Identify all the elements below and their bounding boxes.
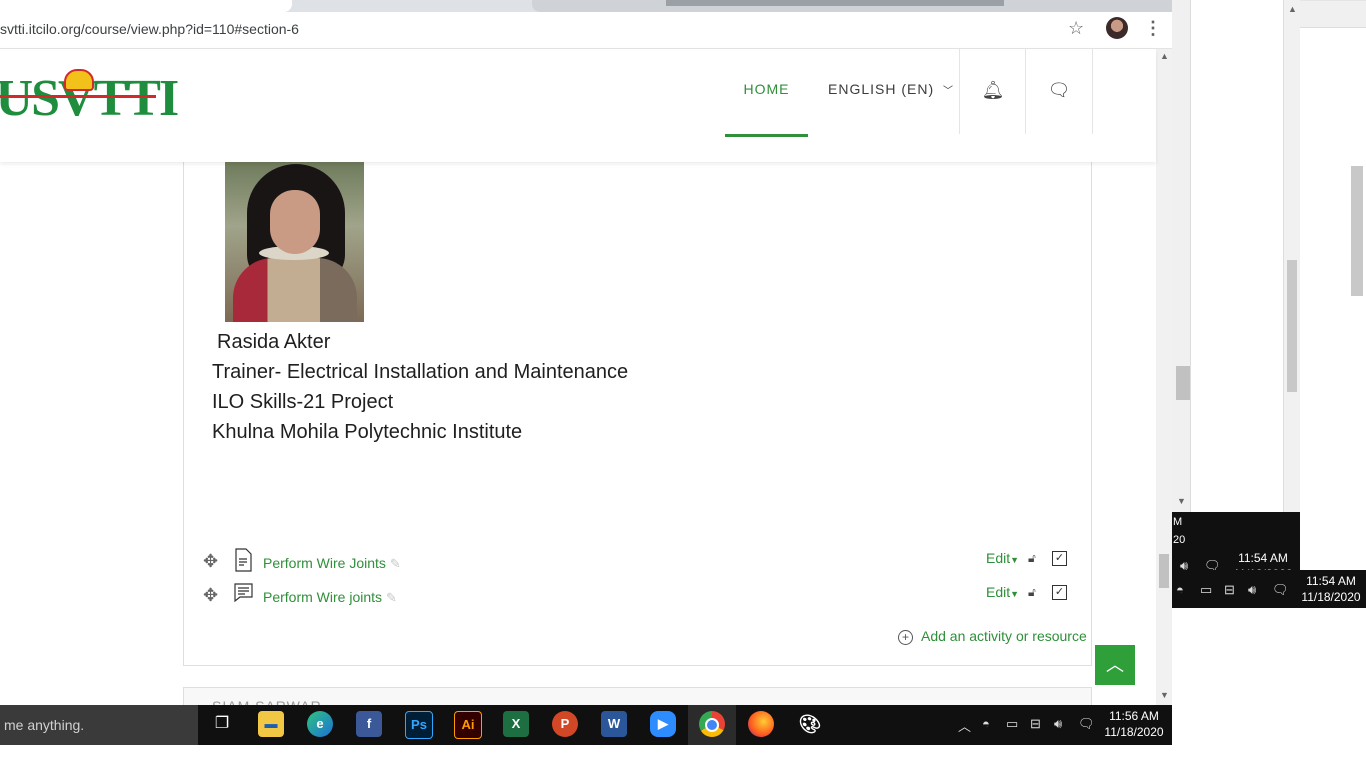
network-icon[interactable]: ⊟ xyxy=(1224,582,1235,598)
bell-icon: 🔔︎ xyxy=(981,80,1005,100)
scroll-up-icon[interactable]: ▲ xyxy=(1160,51,1169,61)
weather-icon[interactable]: ◓ xyxy=(1176,582,1184,597)
edit-title-pencil-icon[interactable]: ✎ xyxy=(386,590,397,606)
scrollbar-thumb[interactable] xyxy=(1159,554,1169,588)
edit-menu[interactable]: Edit▼ xyxy=(986,584,1019,600)
message-icon: 🗨︎ xyxy=(1047,80,1071,100)
url-text[interactable]: svtti.itcilo.org/course/view.php?id=110#… xyxy=(0,21,299,37)
trainer-name: Rasida Akter xyxy=(217,331,331,353)
overlay-taskbar-tray: ◓ ▭ ⊟ 🔊︎ 🗨︎ 11:54 AM 11/18/2020 xyxy=(1172,570,1366,608)
volume-icon[interactable]: 🔊︎ xyxy=(1248,582,1256,598)
task-view-icon[interactable]: ❐ xyxy=(209,711,235,737)
zoom-icon[interactable]: ▶ xyxy=(650,711,676,737)
scrollbar-thumb[interactable] xyxy=(1287,260,1297,392)
network-icon[interactable]: ⊟ xyxy=(1030,716,1041,732)
language-label: ENGLISH (EN) xyxy=(828,81,935,97)
scroll-up-icon[interactable]: ▲ xyxy=(1288,4,1297,14)
caret-down-icon: ▼ xyxy=(1010,589,1020,599)
window-titlebar[interactable] xyxy=(1300,1,1366,28)
trainer-institute: Khulna Mohila Polytechnic Institute xyxy=(212,421,523,443)
notification-icon[interactable]: 🗨︎ xyxy=(1078,716,1095,732)
word-icon[interactable]: W xyxy=(601,711,627,737)
notifications-button[interactable]: 🔔︎ xyxy=(959,49,1026,134)
trainer-role: Trainer- Electrical Installation and Mai… xyxy=(212,361,629,383)
edge-icon[interactable]: e xyxy=(307,711,333,737)
activity-link[interactable]: Perform Wire Joints ✎ xyxy=(263,555,401,572)
lock-icon[interactable]: 🔓︎ xyxy=(1028,551,1036,566)
firefox-icon[interactable] xyxy=(748,711,774,737)
move-handle-icon[interactable]: ✥ xyxy=(203,585,218,606)
browser-tab-strip xyxy=(0,0,1172,12)
file-explorer-icon[interactable]: ▬ xyxy=(258,711,284,737)
page-icon xyxy=(235,548,252,572)
overlay-scrollbar[interactable]: ▼ xyxy=(1172,0,1190,512)
taskbar-clock[interactable]: 11:56 AM 11/18/2020 xyxy=(1100,708,1168,740)
notification-icon[interactable]: 🗨︎ xyxy=(1272,582,1289,598)
browser-tab-group xyxy=(666,0,1004,6)
trainer-project: ILO Skills-21 Project xyxy=(212,391,394,413)
volume-icon[interactable]: 🔊︎ xyxy=(1054,716,1062,732)
screen-bottom-margin xyxy=(0,745,1366,768)
completion-checkbox[interactable]: ✓ xyxy=(1052,551,1067,566)
overlay-window-scrollbar[interactable]: ▲ xyxy=(1283,0,1300,545)
chrome-icon[interactable] xyxy=(699,711,725,737)
logo-emblem-icon xyxy=(64,69,94,91)
activity-link[interactable]: Perform Wire joints ✎ xyxy=(263,589,397,606)
overlay-window xyxy=(1300,0,1366,571)
trainer-photo xyxy=(225,162,364,322)
search-placeholder: me anything. xyxy=(4,717,85,733)
page-scrollbar[interactable]: ▲ ▼ xyxy=(1156,49,1172,705)
lock-icon[interactable]: 🔓︎ xyxy=(1028,585,1036,600)
forum-icon xyxy=(234,583,253,603)
messages-button[interactable]: 🗨︎ xyxy=(1025,49,1093,134)
chevron-down-icon: ﹀ xyxy=(943,86,955,97)
site-header: DUSVTTI HOME ENGLISH (EN) ﹀ 🔔︎ 🗨︎ xyxy=(0,49,1156,162)
facebook-icon[interactable]: f xyxy=(356,711,382,737)
battery-icon[interactable]: ▭ xyxy=(1200,582,1212,598)
edit-title-pencil-icon[interactable]: ✎ xyxy=(390,556,401,572)
activity-row: ✥ Perform Wire Joints ✎ Edit▼ 🔓︎ ✓ xyxy=(203,548,1073,578)
tray-clock[interactable]: 11:54 AM11/18/2020 xyxy=(1296,573,1366,605)
photoshop-icon[interactable]: Ps xyxy=(405,711,433,739)
back-to-top-button[interactable]: ︿ xyxy=(1095,645,1135,685)
tray-time-clipped: M xyxy=(1173,516,1183,528)
chevron-up-icon[interactable]: ︿ xyxy=(958,716,971,735)
move-handle-icon[interactable]: ✥ xyxy=(203,551,218,572)
plus-circle-icon: + xyxy=(898,630,913,645)
browser-menu-icon[interactable]: ⋮ xyxy=(1144,18,1162,39)
windows-taskbar: me anything. ❐ ▬ e f Ps Ai X P W ▶ 🎨︎ ︿ … xyxy=(0,705,1172,747)
bookmark-star-icon[interactable]: ☆ xyxy=(1068,18,1084,39)
browser-tab-active[interactable] xyxy=(0,0,292,12)
chevron-up-icon: ︿ xyxy=(1106,655,1124,675)
nav-home-link[interactable]: HOME xyxy=(725,49,808,137)
battery-icon[interactable]: ▭ xyxy=(1006,716,1018,732)
completion-checkbox[interactable]: ✓ xyxy=(1052,585,1067,600)
illustrator-icon[interactable]: Ai xyxy=(454,711,482,739)
scroll-down-icon[interactable]: ▼ xyxy=(1177,496,1186,506)
next-course-section: SIAM SARWAR xyxy=(183,687,1092,706)
activity-row: ✥ Perform Wire joints ✎ Edit▼ 🔓︎ ✓ xyxy=(203,582,1073,612)
scroll-down-icon[interactable]: ▼ xyxy=(1160,690,1169,700)
logo-red-line xyxy=(0,95,156,98)
edit-menu[interactable]: Edit▼ xyxy=(986,550,1019,566)
add-activity-link[interactable]: + Add an activity or resource xyxy=(898,628,1087,645)
powerpoint-icon[interactable]: P xyxy=(552,711,578,737)
taskbar-search-box[interactable]: me anything. xyxy=(0,705,198,745)
paint-icon[interactable]: 🎨︎ xyxy=(797,711,823,737)
language-menu[interactable]: ENGLISH (EN) ﹀ xyxy=(828,49,954,129)
scrollbar-thumb[interactable] xyxy=(1176,366,1190,400)
scrollbar-thumb[interactable] xyxy=(1351,166,1363,296)
weather-icon[interactable]: ◓ xyxy=(982,716,990,731)
caret-down-icon: ▼ xyxy=(1010,555,1020,565)
excel-icon[interactable]: X xyxy=(503,711,529,737)
address-bar[interactable]: svtti.itcilo.org/course/view.php?id=110#… xyxy=(0,12,1172,49)
profile-avatar[interactable] xyxy=(1106,17,1128,39)
tray-date-clipped: 20 xyxy=(1173,534,1186,546)
